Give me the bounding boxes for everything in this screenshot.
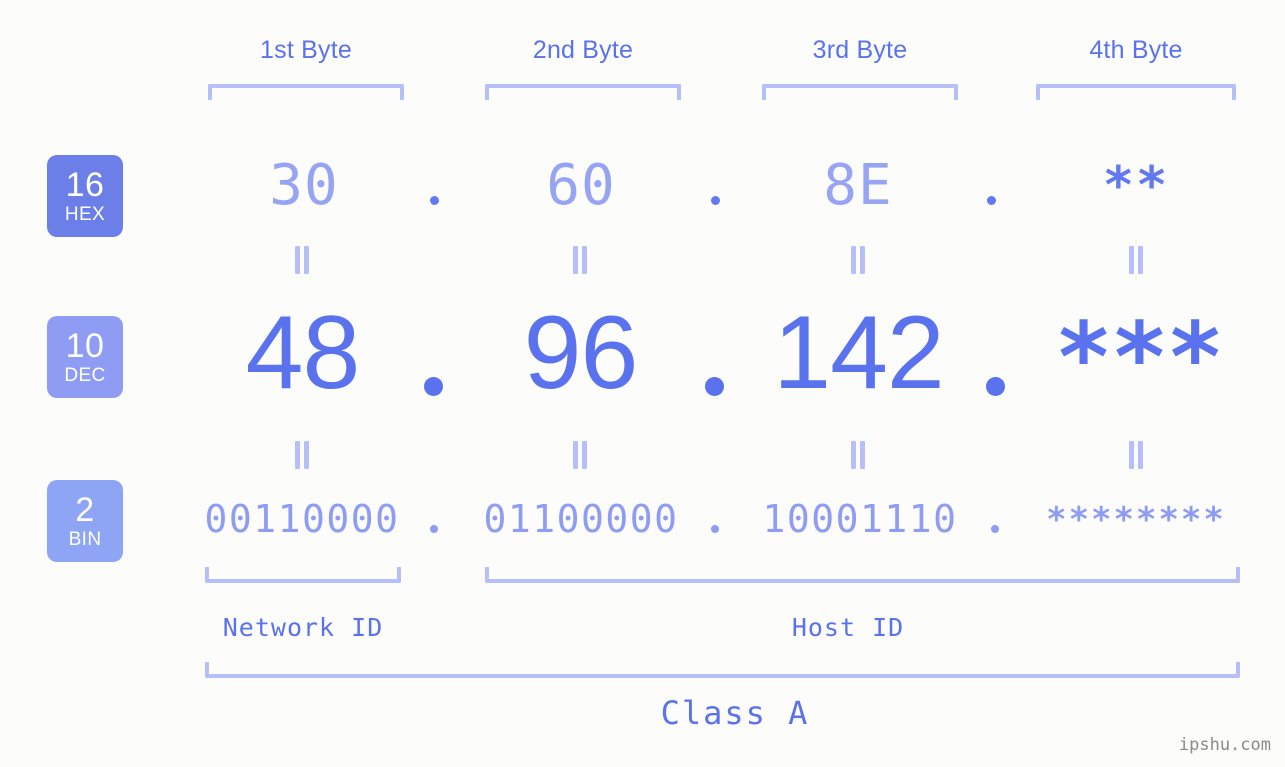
bin-byte-1-value: 00110000 — [204, 497, 400, 541]
byte-header-2: 2nd Byte — [532, 36, 634, 64]
dec-dot-2 — [705, 377, 724, 396]
bin-dot-3 — [991, 525, 999, 533]
equals-connector-dec-bin-2 — [572, 441, 588, 469]
network-id-bracket — [205, 567, 401, 583]
byte-bracket-2 — [485, 84, 681, 100]
equals-connector-dec-bin-4 — [1128, 441, 1144, 469]
bin-dot-1 — [430, 525, 438, 533]
equals-connector-dec-bin-3 — [850, 441, 866, 469]
dec-byte-1-value: 48 — [245, 295, 361, 411]
bin-byte-3-value: 10001110 — [762, 497, 958, 541]
base-badge-bin-name: BIN — [68, 529, 102, 550]
base-badge-dec-number: 10 — [65, 327, 105, 365]
hex-byte-3-value: 8E — [823, 153, 893, 218]
bin-byte-2-value: 01100000 — [483, 497, 679, 541]
hex-dot-3 — [987, 196, 996, 205]
byte-bracket-1 — [208, 84, 404, 100]
host-id-bracket — [485, 567, 1240, 583]
class-label: Class A — [660, 694, 810, 732]
dec-byte-2-value: 96 — [523, 295, 639, 411]
base-badge-bin-number: 2 — [75, 491, 95, 529]
dec-dot-1 — [424, 377, 443, 396]
hex-dot-2 — [711, 196, 720, 205]
equals-connector-hex-dec-4 — [1128, 246, 1144, 274]
bin-dot-2 — [711, 525, 719, 533]
ip-address-breakdown-diagram: 1st Byte 2nd Byte 3rd Byte 4th Byte 16 H… — [0, 0, 1285, 767]
base-badge-dec-name: DEC — [64, 365, 106, 386]
bin-byte-4-value: ******** — [1046, 500, 1226, 540]
byte-header-1: 1st Byte — [260, 36, 352, 64]
base-badge-dec: 10 DEC — [47, 316, 123, 398]
equals-connector-hex-dec-1 — [294, 246, 310, 274]
site-watermark: ipshu.com — [1178, 735, 1271, 755]
dec-byte-4-value: *** — [1054, 302, 1224, 414]
equals-connector-dec-bin-1 — [294, 441, 310, 469]
hex-byte-2-value: 60 — [546, 153, 616, 218]
hex-byte-1-value: 30 — [269, 153, 339, 218]
byte-header-3: 3rd Byte — [812, 36, 908, 64]
class-bracket — [205, 662, 1240, 678]
base-badge-hex: 16 HEX — [47, 155, 123, 237]
base-badge-hex-name: HEX — [64, 204, 106, 225]
dec-dot-3 — [986, 377, 1005, 396]
network-id-label: Network ID — [222, 613, 384, 642]
base-badge-hex-number: 16 — [65, 166, 105, 204]
byte-bracket-3 — [762, 84, 958, 100]
equals-connector-hex-dec-3 — [850, 246, 866, 274]
host-id-label: Host ID — [791, 613, 905, 642]
dec-byte-3-value: 142 — [773, 295, 945, 411]
hex-dot-1 — [430, 196, 439, 205]
base-badge-bin: 2 BIN — [47, 480, 123, 562]
hex-byte-4-value: ** — [1102, 156, 1170, 216]
byte-bracket-4 — [1036, 84, 1236, 100]
equals-connector-hex-dec-2 — [572, 246, 588, 274]
byte-header-4: 4th Byte — [1089, 36, 1183, 64]
